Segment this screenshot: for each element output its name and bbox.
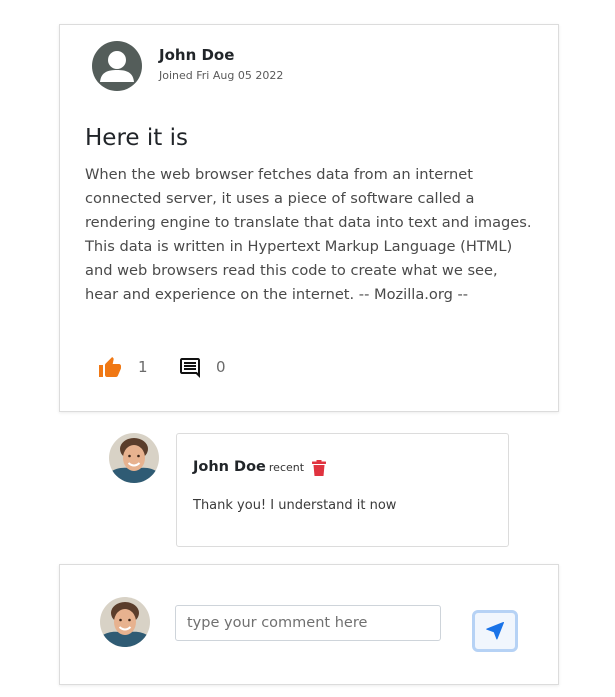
like-button[interactable] — [97, 356, 123, 380]
delete-comment-button[interactable] — [312, 460, 326, 476]
comment-icon — [180, 358, 200, 378]
comment-author-line: John Doe recent — [193, 459, 304, 475]
comment-text: Thank you! I understand it now — [193, 498, 397, 513]
profile-photo-icon — [100, 597, 150, 647]
comment-time: recent — [268, 461, 305, 474]
post-body: When the web browser fetches data from a… — [85, 166, 532, 303]
comment-author-name[interactable]: John Doe — [193, 459, 266, 475]
author-avatar[interactable] — [92, 41, 142, 91]
user-icon — [100, 51, 134, 82]
send-comment-button[interactable] — [472, 610, 518, 652]
comment-card: John Doe recent Thank you! I understand i… — [176, 433, 509, 547]
comment-button[interactable] — [178, 356, 202, 380]
comment-input[interactable] — [175, 605, 441, 641]
thumbs-up-icon — [99, 357, 121, 377]
commenter-avatar[interactable] — [109, 433, 159, 483]
post-author-name[interactable]: John Doe — [159, 46, 234, 64]
profile-photo-icon — [109, 433, 159, 483]
composer-avatar[interactable] — [100, 597, 150, 647]
trash-icon — [312, 460, 326, 476]
send-icon — [486, 622, 504, 640]
post-author-joined: Joined Fri Aug 05 2022 — [159, 69, 284, 82]
like-count: 1 — [138, 358, 148, 376]
comment-count: 0 — [216, 358, 226, 376]
comment-composer — [59, 564, 559, 685]
post-title: Here it is — [85, 125, 188, 151]
post-card: John Doe Joined Fri Aug 05 2022 Here it … — [59, 24, 559, 412]
